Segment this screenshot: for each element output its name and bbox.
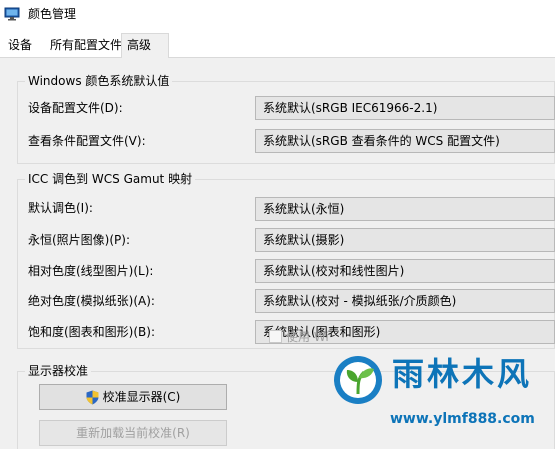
calibrate-display-label: 校准显示器(C) bbox=[102, 390, 181, 404]
relative-colorimetric-select[interactable]: 系统默认(校对和线性图片) bbox=[255, 259, 555, 283]
tab-all-profiles[interactable]: 所有配置文件 bbox=[45, 35, 127, 58]
relative-colorimetric-label: 相对色度(线型图片)(L): bbox=[28, 264, 154, 278]
ylmf-leaf-logo bbox=[334, 356, 382, 404]
uac-shield-icon bbox=[86, 390, 99, 405]
absolute-colorimetric-select[interactable]: 系统默认(校对 - 模拟纸张/介质颜色) bbox=[255, 289, 555, 313]
watermark-url-text: www.ylmf888.com bbox=[390, 411, 535, 427]
tab-devices[interactable]: 设备 bbox=[3, 35, 37, 58]
default-rendering-select[interactable]: 系统默认(永恒) bbox=[255, 197, 555, 221]
icc-mapping-title: ICC 调色到 WCS Gamut 映射 bbox=[25, 171, 196, 187]
tab-strip: 设备 所有配置文件 高级 bbox=[0, 30, 555, 59]
saturation-label: 饱和度(图表和图形)(B): bbox=[28, 325, 156, 339]
window-title: 颜色管理 bbox=[28, 7, 77, 21]
absolute-colorimetric-label: 绝对色度(模拟纸张)(A): bbox=[28, 294, 155, 308]
device-profile-select[interactable]: 系统默认(sRGB IEC61966-2.1) bbox=[255, 96, 555, 120]
windows-defaults-title: Windows 颜色系统默认值 bbox=[25, 73, 173, 89]
tab-advanced[interactable]: 高级 bbox=[121, 33, 169, 59]
monitor-icon bbox=[4, 7, 20, 21]
calibration-title: 显示器校准 bbox=[25, 363, 92, 379]
reload-calibration-button[interactable]: 重新加载当前校准(R) bbox=[39, 420, 227, 446]
title-bar: 颜色管理 bbox=[0, 0, 555, 30]
use-windows-calibration-checkbox[interactable] bbox=[269, 330, 282, 343]
viewing-conditions-select[interactable]: 系统默认(sRGB 查看条件的 WCS 配置文件) bbox=[255, 129, 555, 153]
perceptual-label: 永恒(照片图像)(P): bbox=[28, 233, 131, 247]
viewing-conditions-label: 查看条件配置文件(V): bbox=[28, 134, 146, 148]
use-windows-calibration-label: 使用 Wi bbox=[286, 330, 329, 344]
watermark-brand-text: 雨林木风 bbox=[392, 355, 533, 393]
perceptual-select[interactable]: 系统默认(摄影) bbox=[255, 228, 555, 252]
calibrate-display-button[interactable]: 校准显示器(C) bbox=[39, 384, 227, 410]
device-profile-label: 设备配置文件(D): bbox=[28, 101, 123, 115]
default-rendering-label: 默认调色(I): bbox=[28, 201, 93, 215]
